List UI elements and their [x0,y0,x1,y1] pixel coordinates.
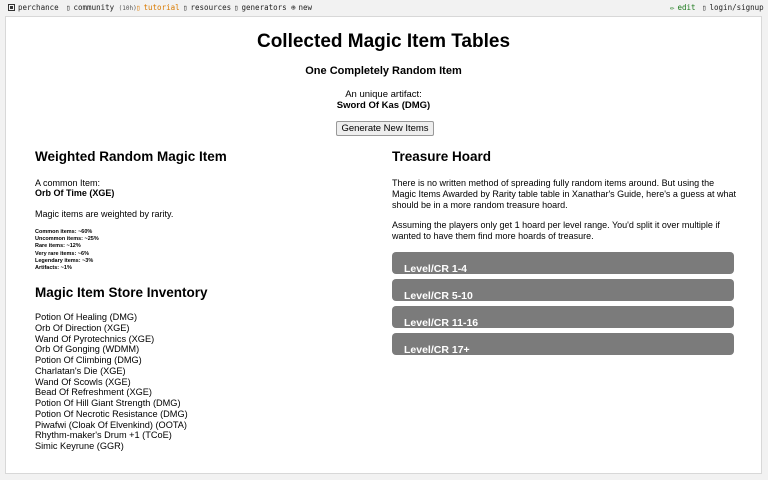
store-item: Wand Of Pyrotechnics (XGE) [35,333,155,344]
odds-item: Uncommon items: ~25% [35,236,99,243]
store-item: Potion Of Hill Giant Strength (DMG) [35,398,181,408]
odds-item: Common items: ~60% [35,229,93,235]
store-item: Orb Of Gonging (WDMM) [35,344,140,355]
tutorial-link[interactable]: ▯ tutorial [136,3,180,12]
user-icon: ▯ [702,3,707,12]
new-link[interactable]: ⊕ new [291,3,312,12]
dice-icon [8,4,15,11]
store-item: Rhythm-maker's Drum +1 (TCoE) [35,430,172,441]
store-item: Wand Of Scowls (XGE) [35,376,131,387]
plus-circle-icon: ⊕ [291,3,296,12]
hoard-level-11-16[interactable]: Level/CR 11-16 [392,306,734,329]
store-item: Potion Of Necrotic Resistance (DMG) [35,408,188,419]
store-item: Simic Keyrune (GGR) [35,441,124,451]
generators-label: generators [241,3,287,12]
odds-item: Rare items: ~12% [35,243,81,250]
edit-link[interactable]: ✏ edit [670,3,696,12]
store-item: Orb Of Direction (XGE) [35,322,130,333]
store-item: Bead Of Refreshment (XGE) [35,387,152,398]
login-link[interactable]: ▯ login/signup [702,3,764,12]
resources-link[interactable]: ▯ resources [183,3,231,12]
weighted-heading: Weighted Random Magic Item [35,149,227,164]
common-item-value: Orb Of Time (XGE) [35,188,115,198]
tutorial-label: tutorial [143,3,180,12]
hoard-level-1-4[interactable]: Level/CR 1-4 [392,252,734,275]
store-item: Charlatan's Die (XGE) [35,365,126,376]
resources-label: resources [190,3,232,12]
odds-item: Legendary items: ~3% [35,257,94,264]
treasure-hoard-heading: Treasure Hoard [392,149,492,164]
perchance-link[interactable]: perchance [8,3,59,12]
generate-new-items-button[interactable]: Generate New Items [336,121,434,136]
rarity-odds-list: Common items: ~60% Uncommon items: ~25% … [35,229,99,272]
store-item: Piwafwi (Cloak Of Elvenkind) (OOTA) [35,419,187,430]
store-inventory-list: Potion Of Healing (DMG) Orb Of Direction… [35,312,188,452]
store-heading: Magic Item Store Inventory [35,285,208,300]
perchance-label: perchance [18,3,59,12]
artifact-label: An unique artifact: [345,89,422,100]
generators-icon: ▯ [234,3,239,12]
hoard-description: There is no written method of spreading … [392,178,736,210]
chat-icon: ▯ [66,3,71,12]
generators-link[interactable]: ▯ generators [234,3,287,12]
store-item: Potion Of Healing (DMG) [35,312,138,322]
community-count: (10h) [118,5,137,12]
odds-item: Very rare items: ~6% [35,250,89,257]
book-icon: ▯ [136,3,141,12]
hoard-level-17-plus[interactable]: Level/CR 17+ [392,333,734,356]
odds-item: Artifacts: ~1% [35,265,72,272]
page-title: Collected Magic Item Tables [256,31,511,52]
community-label: community [73,3,115,12]
edit-label: edit [677,3,696,12]
hoard-assumption: Assuming the players only get 1 hoard pe… [392,220,720,241]
new-label: new [298,3,313,12]
artifact-name: Sword Of Kas (DMG) [336,100,431,111]
hoard-level-5-10[interactable]: Level/CR 5-10 [392,279,734,302]
pencil-icon: ✏ [670,3,675,12]
page-subtitle: One Completely Random Item [305,65,462,77]
top-bar: perchance ▯ community (10h) ▯ tutorial ▯ re… [0,0,768,16]
rarity-note: Magic items are weighted by rarity. [35,209,174,219]
community-link[interactable]: ▯ community (10h) [66,3,137,12]
login-label: login/signup [709,3,764,12]
resources-icon: ▯ [183,3,188,12]
main-panel: Collected Magic Item Tables One Complete… [5,16,762,474]
store-item: Potion Of Climbing (DMG) [35,355,142,365]
